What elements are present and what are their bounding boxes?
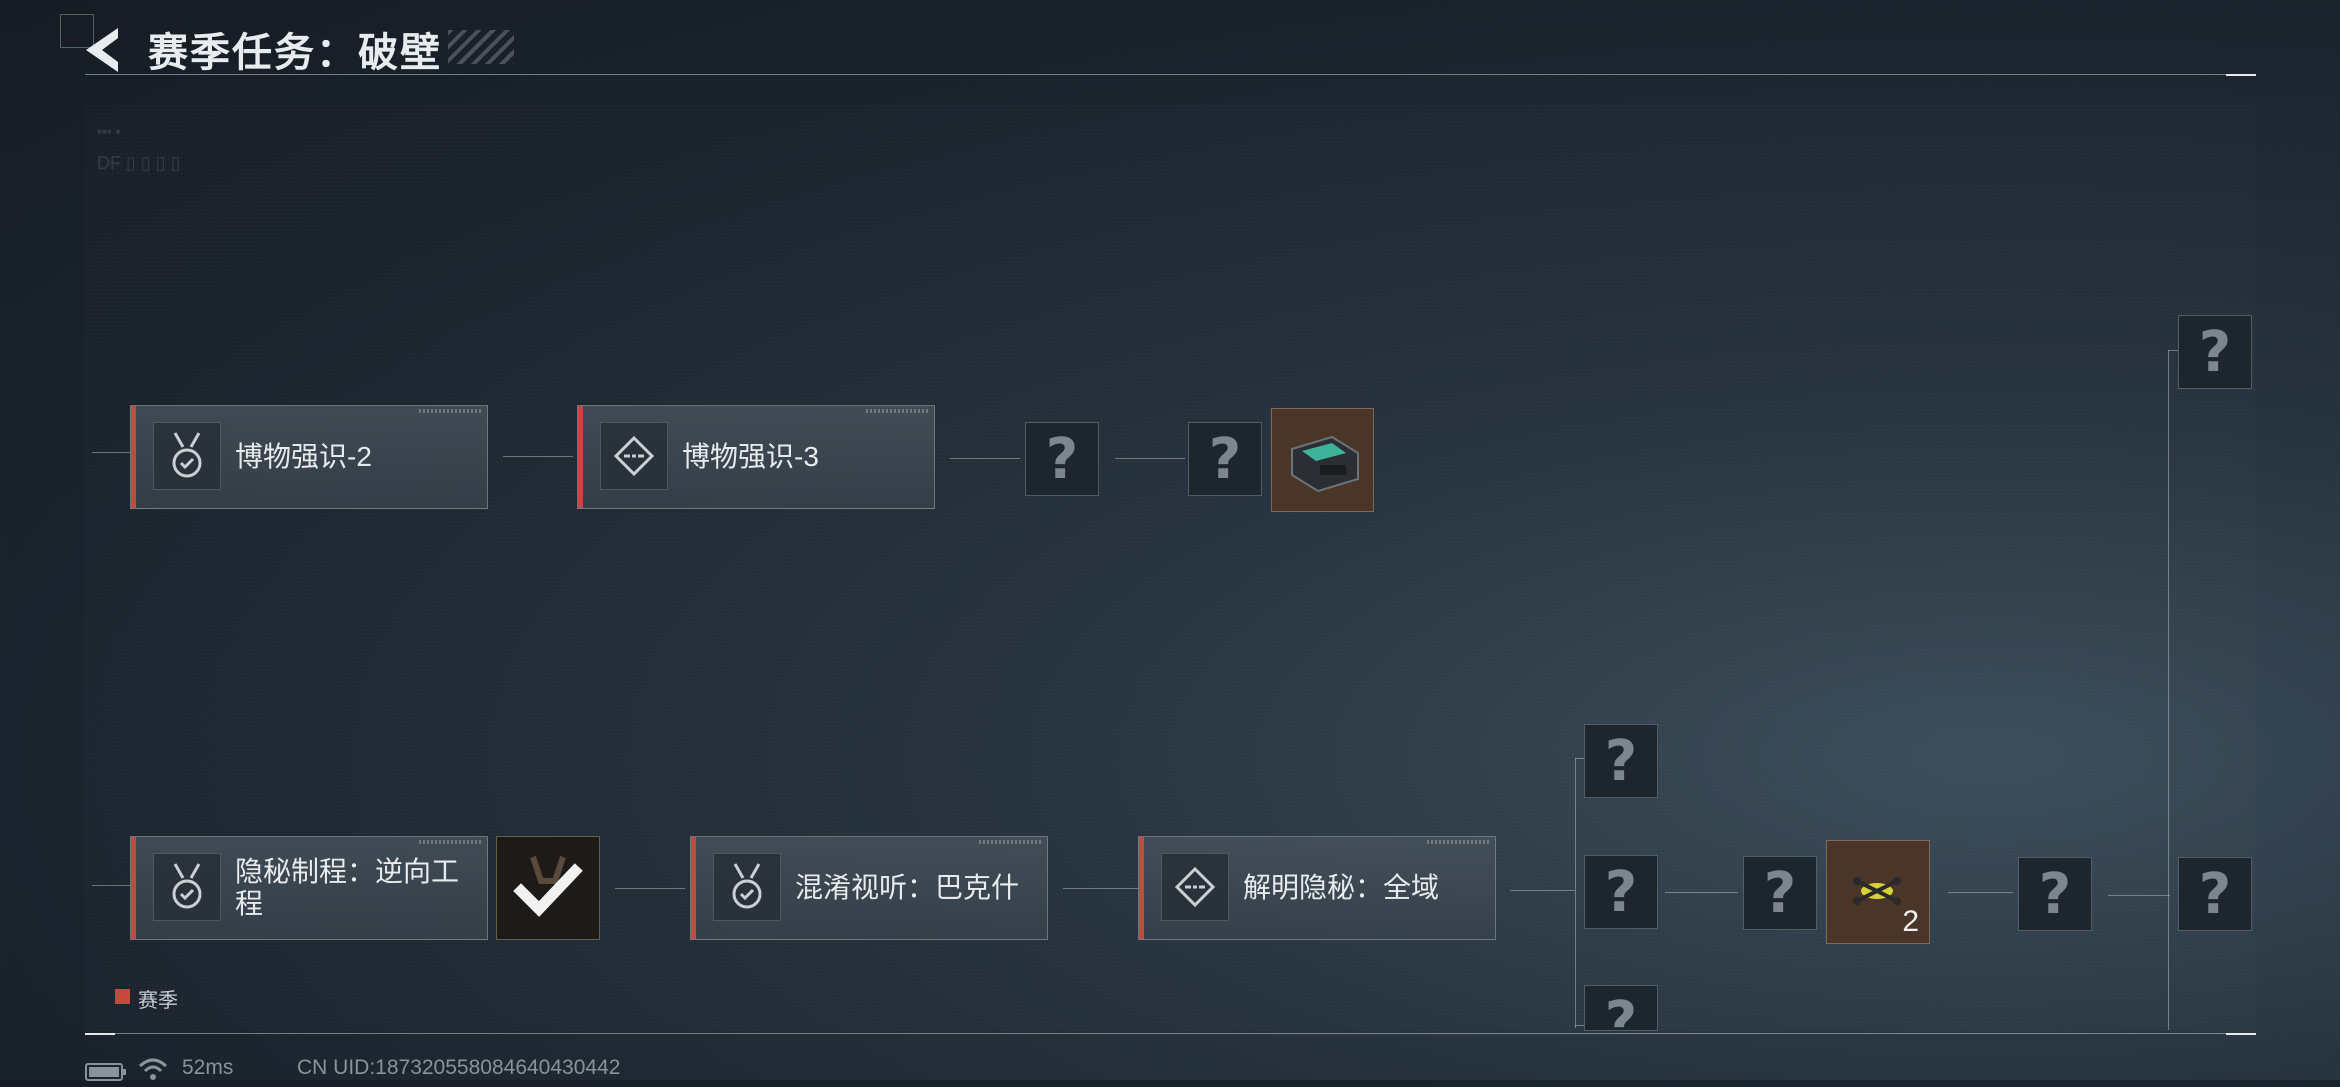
footer-divider	[85, 1033, 2255, 1034]
season-marker	[578, 406, 583, 508]
season-marker	[1139, 837, 1144, 939]
divider-accent	[2226, 1033, 2256, 1035]
locked-node[interactable]: ?	[2178, 857, 2252, 931]
task-title: 博物强识-3	[682, 441, 819, 472]
back-button[interactable]	[78, 22, 130, 78]
battery-icon	[85, 1062, 127, 1087]
diamond-waypoint-icon	[600, 422, 668, 490]
tree-connector	[1115, 458, 1185, 459]
divider-accent	[2226, 74, 2256, 76]
tree-connector	[1948, 892, 2013, 893]
title-decoration	[448, 30, 514, 64]
locked-node[interactable]: ?	[1584, 985, 1658, 1031]
tree-connector	[1510, 890, 1575, 891]
panel-decoration: DF ▯ ▯ ▯ ▯	[97, 153, 181, 173]
tree-branch-line	[2168, 350, 2169, 1030]
task-node-reverse-engineering[interactable]: 隐秘制程：逆向工程	[130, 836, 488, 940]
locked-node[interactable]: ?	[1584, 855, 1658, 929]
season-marker	[691, 837, 696, 939]
medal-icon	[713, 853, 781, 921]
ping-value: 52ms	[182, 1056, 234, 1079]
player-uid: CN UID:1873205580846404304​42	[297, 1056, 621, 1079]
diamond-waypoint-icon	[1161, 853, 1229, 921]
tree-connector	[615, 888, 685, 889]
locked-node[interactable]: ?	[2178, 315, 2252, 389]
equipment-case-icon	[1291, 435, 1359, 493]
reward-item-drone[interactable]: 2	[1826, 840, 1930, 944]
locked-node[interactable]: ?	[1743, 856, 1817, 930]
locked-node[interactable]: ?	[1584, 724, 1658, 798]
task-title: 隐秘制程：逆向工程	[235, 856, 460, 919]
task-node-museum-3[interactable]: 博物强识-3	[577, 405, 935, 509]
tree-connector	[2168, 350, 2178, 351]
season-marker	[131, 406, 136, 508]
tree-connector	[503, 456, 573, 457]
locked-node[interactable]: ?	[2018, 857, 2092, 931]
page-title: 赛季任务：破壁	[148, 31, 442, 75]
reward-item-claimed[interactable]	[496, 836, 600, 940]
legend-season-label: 赛季	[138, 990, 178, 1012]
header-divider	[85, 74, 2255, 75]
task-node-bakesh[interactable]: 混淆视听：巴克什	[690, 836, 1048, 940]
task-node-museum-2[interactable]: 博物强识-2	[130, 405, 488, 509]
task-title: 博物强识-2	[235, 441, 372, 472]
task-title: 解明隐秘：全域	[1243, 872, 1440, 903]
node-decoration	[419, 409, 481, 413]
tree-branch-line	[1575, 758, 1576, 1028]
reward-item-case[interactable]	[1271, 408, 1374, 512]
medal-icon	[153, 853, 221, 921]
tree-connector	[1665, 892, 1738, 893]
check-icon	[513, 856, 583, 917]
tree-connector	[950, 458, 1020, 459]
wifi-icon	[138, 1056, 168, 1087]
legend-season-swatch	[115, 989, 130, 1004]
reward-count: 2	[1902, 905, 1919, 938]
back-arrow-icon	[86, 28, 118, 72]
locked-node[interactable]: ?	[1025, 422, 1099, 496]
panel-decoration: ▪▪▪ ▪	[97, 123, 121, 139]
tree-connector	[1063, 888, 1138, 889]
task-title: 混淆视听：巴克什	[795, 872, 1020, 903]
tree-connector	[92, 452, 132, 453]
season-marker	[131, 837, 136, 939]
divider-accent	[85, 1033, 115, 1035]
tree-connector	[2108, 895, 2170, 896]
node-decoration	[866, 409, 928, 413]
locked-node[interactable]: ?	[1188, 422, 1262, 496]
medal-icon	[153, 422, 221, 490]
task-node-global[interactable]: 解明隐秘：全域	[1138, 836, 1496, 940]
tree-connector	[92, 885, 132, 886]
